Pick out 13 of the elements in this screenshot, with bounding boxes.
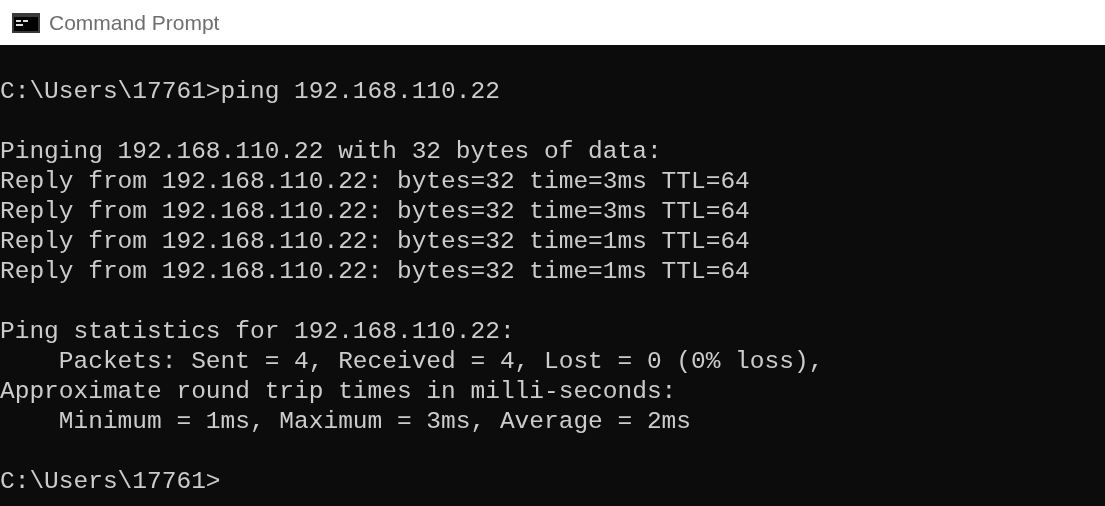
console-icon xyxy=(12,12,40,33)
console-line: C:\Users\17761>ping 192.168.110.22 xyxy=(0,77,500,107)
console-line: Reply from 192.168.110.22: bytes=32 time=3ms TTL=64 xyxy=(0,167,750,197)
console-line: Reply from 192.168.110.22: bytes=32 time=1ms TTL=64 xyxy=(0,257,750,287)
console-line: Reply from 192.168.110.22: bytes=32 time=3ms TTL=64 xyxy=(0,197,750,227)
console-line: Ping statistics for 192.168.110.22: xyxy=(0,317,515,347)
console-line: Packets: Sent = 4, Received = 4, Lost = 0 (0% loss), xyxy=(57,347,824,377)
console-line: Reply from 192.168.110.22: bytes=32 time=1ms TTL=64 xyxy=(0,227,750,257)
console-line: Minimum = 1ms, Maximum = 3ms, Average = 2ms xyxy=(57,407,691,437)
console-line: Pinging 192.168.110.22 with 32 bytes of data: xyxy=(0,137,662,167)
console-line: C:\Users\17761> xyxy=(0,467,221,497)
console-line: Approximate round trip times in milli-seconds: xyxy=(0,377,677,407)
window-title: Command Prompt xyxy=(49,9,220,36)
